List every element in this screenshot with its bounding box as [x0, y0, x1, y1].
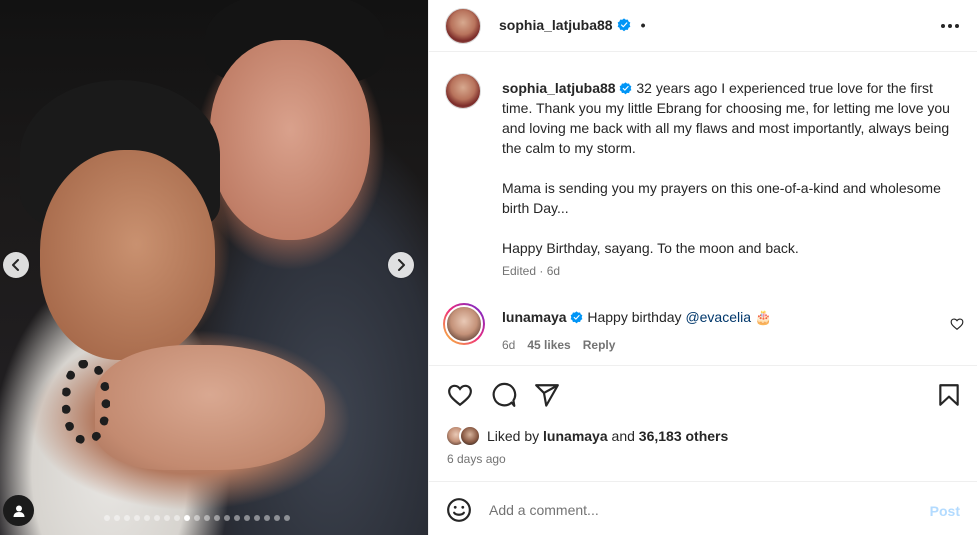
comment-mention-link[interactable]: @evacelia: [685, 309, 751, 325]
carousel-dot: [244, 515, 250, 521]
author-username[interactable]: sophia_latjuba88: [499, 17, 613, 33]
user-tag-icon: [13, 505, 24, 517]
carousel-dot: [154, 515, 160, 521]
action-bar: [429, 365, 977, 425]
bookmark-icon[interactable]: [936, 382, 962, 408]
author-avatar[interactable]: [445, 8, 481, 44]
caption-author-avatar[interactable]: [445, 73, 481, 109]
caption-text-part2: Mama is sending you my prayers on this o…: [502, 180, 941, 216]
share-icon[interactable]: [534, 382, 560, 408]
carousel-dot: [264, 515, 270, 521]
carousel-dot: [144, 515, 150, 521]
likes-text: Liked by lunamaya and 36,183 others: [487, 428, 728, 444]
liker-avatar[interactable]: [459, 425, 481, 447]
verified-badge-icon: [617, 18, 630, 32]
chevron-left-icon: [12, 259, 19, 271]
carousel-indicator: [104, 515, 290, 521]
comment-meta: 6d 45 likes Reply: [502, 338, 615, 352]
more-options-button[interactable]: [938, 14, 962, 38]
carousel-dot: [254, 515, 260, 521]
carousel-dot: [134, 515, 140, 521]
carousel-dot: [184, 515, 190, 521]
more-icon: [941, 24, 959, 28]
caption: sophia_latjuba88 32 years ago I experien…: [502, 78, 952, 258]
carousel-dot: [174, 515, 180, 521]
carousel-next-button[interactable]: [388, 252, 414, 278]
likes-prefix: Liked by: [487, 428, 540, 444]
comment-body: Happy birthday: [587, 309, 682, 325]
comment-input[interactable]: [489, 494, 889, 526]
post-comment-button[interactable]: Post: [930, 503, 960, 519]
carousel-dot: [214, 515, 220, 521]
carousel-dot: [274, 515, 280, 521]
reply-button[interactable]: Reply: [583, 338, 616, 352]
carousel-dot: [114, 515, 120, 521]
liker-username[interactable]: lunamaya: [543, 428, 608, 444]
post-header: sophia_latjuba88 •: [429, 0, 977, 52]
carousel-dot: [164, 515, 170, 521]
photo-region: [210, 40, 370, 240]
tagged-users-button[interactable]: [3, 495, 34, 526]
header-separator: •: [640, 17, 646, 33]
comments-section: sophia_latjuba88 32 years ago I experien…: [429, 53, 977, 364]
carousel-dot: [124, 515, 130, 521]
photo-region: [40, 150, 215, 360]
likes-others-link[interactable]: 36,183 others: [639, 428, 729, 444]
chevron-right-icon: [398, 259, 405, 271]
author-name-row: sophia_latjuba88 •: [499, 17, 646, 33]
commenter-username[interactable]: lunamaya: [502, 309, 567, 325]
caption-username[interactable]: sophia_latjuba88: [502, 80, 616, 96]
post-photo[interactable]: [0, 0, 428, 535]
comment-time: 6d: [502, 338, 516, 352]
caption-edited-time: Edited · 6d: [502, 264, 561, 278]
carousel-dot: [194, 515, 200, 521]
photo-region: [95, 345, 325, 470]
photo-region: [62, 360, 110, 444]
heart-icon[interactable]: [447, 382, 473, 408]
carousel-dot: [234, 515, 240, 521]
carousel-dot: [224, 515, 230, 521]
post-details-panel: sophia_latjuba88 • sophia_latjuba88 32 y…: [428, 0, 977, 535]
verified-badge-icon: [620, 82, 632, 95]
emoji-icon[interactable]: [446, 497, 472, 523]
comment-text: lunamaya Happy birthday @evacelia 🎂: [502, 309, 772, 326]
comment-icon[interactable]: [491, 382, 517, 408]
carousel-dot: [104, 515, 110, 521]
carousel-dot: [204, 515, 210, 521]
verified-badge-icon: [571, 311, 583, 324]
post-time[interactable]: 6 days ago: [447, 452, 506, 466]
add-comment-bar: Post: [429, 481, 977, 535]
commenter-avatar[interactable]: [443, 303, 485, 345]
comment-likes-link[interactable]: 45 likes: [527, 338, 570, 352]
cake-emoji: 🎂: [754, 309, 773, 325]
heart-icon[interactable]: [950, 317, 964, 331]
carousel-prev-button[interactable]: [3, 252, 29, 278]
carousel-dot: [284, 515, 290, 521]
caption-text-part3: Happy Birthday, sayang. To the moon and …: [502, 240, 799, 256]
likes-and: and: [611, 428, 635, 444]
likes-summary: Liked by lunamaya and 36,183 others: [445, 425, 728, 447]
